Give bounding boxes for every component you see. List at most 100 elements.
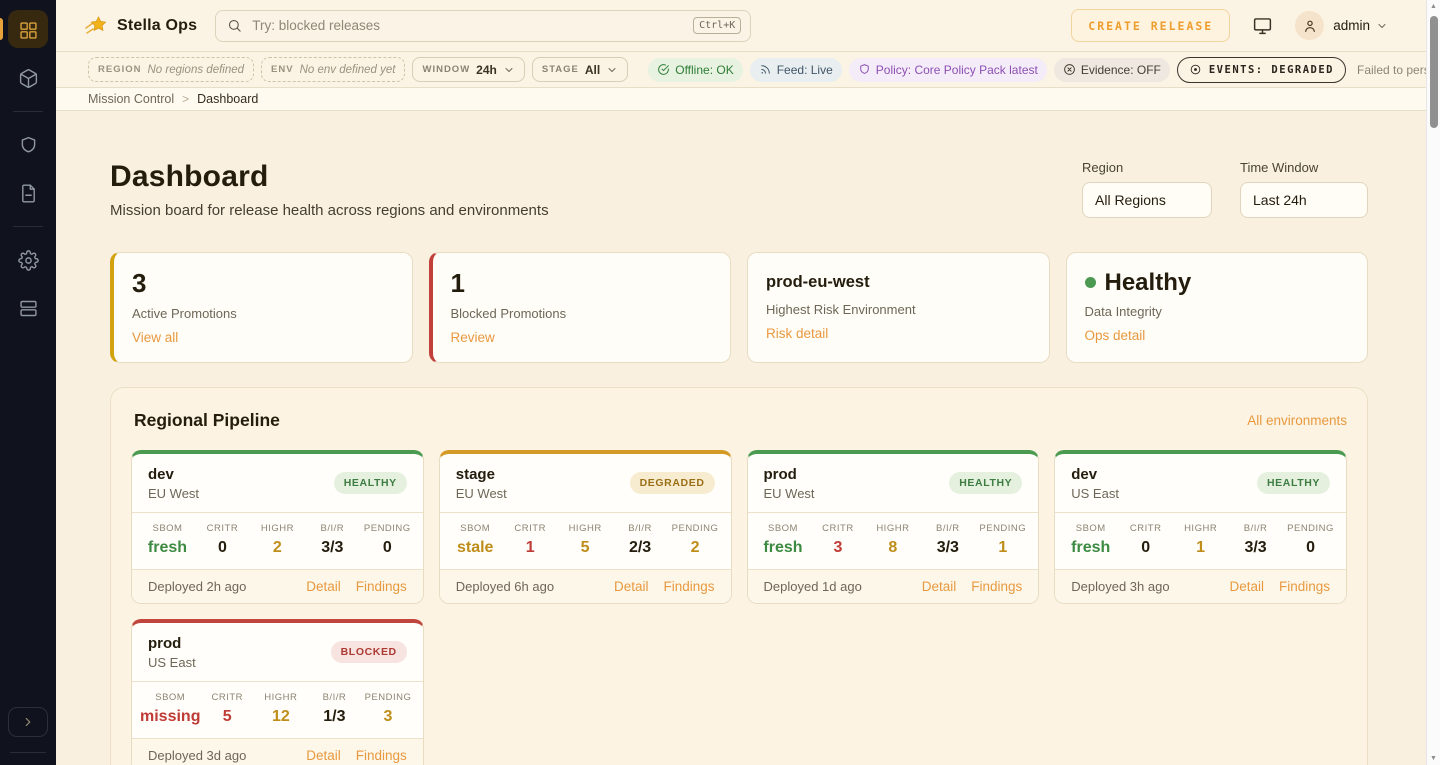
deployed-time: Deployed 3d ago (148, 748, 246, 763)
person-icon (1302, 18, 1318, 34)
shooting-star-logo-icon (84, 14, 108, 38)
review-link[interactable]: Review (451, 330, 495, 345)
env-region: US East (1071, 486, 1119, 501)
highr-value: 5 (558, 539, 613, 557)
time-window-select[interactable]: Last 24h (1240, 182, 1368, 218)
create-release-button[interactable]: CREATE RELEASE (1071, 9, 1230, 42)
active-promotions-card: 3 Active Promotions View all (110, 252, 413, 363)
sidebar-item-settings[interactable] (0, 238, 56, 282)
env-context-pill[interactable]: ENV No env defined yet (261, 57, 405, 82)
findings-link[interactable]: Findings (356, 748, 407, 763)
sidebar-item-dashboard[interactable] (0, 8, 56, 52)
chevron-down-icon (503, 64, 515, 76)
sidebar-item-documents[interactable] (0, 171, 56, 215)
pipeline-grid: dev EU West HEALTHY SBOMfresh CRITR0 HIG… (131, 450, 1347, 765)
stat-column-label: HIGHR (250, 523, 305, 534)
stat-column-label: HIGHR (558, 523, 613, 534)
package-icon (18, 68, 39, 89)
stage-label: STAGE (542, 64, 579, 75)
status-badge: HEALTHY (334, 472, 407, 494)
findings-link[interactable]: Findings (1279, 579, 1330, 594)
shield-icon (18, 135, 39, 156)
stage-value: All (585, 63, 600, 77)
events-status-pill[interactable]: EVENTS: DEGRADED (1177, 57, 1346, 83)
sidebar-item-infrastructure[interactable] (0, 286, 56, 330)
breadcrumb-dashboard: Dashboard (197, 92, 258, 106)
stat-column-label: CRITR (195, 523, 250, 534)
bir-value: 3/3 (920, 539, 975, 557)
stat-column-label: B/I/R (305, 523, 360, 534)
env-region: EU West (764, 486, 815, 501)
detail-link[interactable]: Detail (922, 579, 957, 594)
pipeline-card-prod-us-east: prod US East BLOCKED SBOMmissing CRITR5 … (131, 619, 424, 765)
findings-link[interactable]: Findings (356, 579, 407, 594)
avatar (1295, 11, 1324, 40)
stat-cards-row: 3 Active Promotions View all 1 Blocked P… (110, 252, 1368, 363)
feed-status-label: Feed: Live (777, 63, 833, 77)
sbom-value: fresh (756, 539, 811, 557)
window-dropdown[interactable]: WINDOW 24h (412, 57, 524, 82)
breadcrumb-mission-control[interactable]: Mission Control (88, 92, 174, 106)
stage-dropdown[interactable]: STAGE All (532, 57, 628, 82)
ops-detail-link[interactable]: Ops detail (1085, 328, 1146, 343)
search-input[interactable] (252, 18, 693, 33)
stat-column-label: SBOM (756, 523, 811, 534)
detail-link[interactable]: Detail (1229, 579, 1264, 594)
deployed-time: Deployed 6h ago (456, 579, 554, 594)
pending-value: 0 (360, 539, 415, 557)
sidebar-item-security[interactable] (0, 123, 56, 167)
bir-value: 3/3 (305, 539, 360, 557)
user-menu[interactable]: admin (1295, 11, 1388, 40)
env-region: EU West (148, 486, 199, 501)
scrollbar-thumb[interactable] (1430, 16, 1438, 128)
page-subtitle: Mission board for release health across … (110, 202, 549, 219)
findings-link[interactable]: Findings (971, 579, 1022, 594)
all-environments-link[interactable]: All environments (1247, 413, 1347, 428)
sidebar-item-releases[interactable] (0, 56, 56, 100)
region-select[interactable]: All Regions (1082, 182, 1212, 218)
stat-column-label: SBOM (448, 523, 503, 534)
global-search[interactable]: Ctrl+K (215, 10, 751, 42)
highr-value: 1 (1173, 539, 1228, 557)
vertical-scrollbar[interactable]: ▲ ▼ (1426, 0, 1440, 765)
sbom-value: missing (140, 708, 200, 726)
grid-icon (18, 20, 39, 41)
bir-value: 2/3 (613, 539, 668, 557)
chevron-right-icon: > (182, 92, 189, 106)
sbom-value: fresh (140, 539, 195, 557)
stat-column-label: SBOM (1063, 523, 1118, 534)
stat-column-label: PENDING (361, 692, 415, 703)
deployed-time: Deployed 2h ago (148, 579, 246, 594)
top-bar: Stella Ops Ctrl+K CREATE RELEASE admin (56, 0, 1440, 52)
env-context-value: No env defined yet (300, 64, 396, 76)
region-context-pill[interactable]: REGION No regions defined (88, 57, 254, 82)
status-badge: BLOCKED (331, 641, 407, 663)
scroll-down-arrow-icon[interactable]: ▼ (1427, 755, 1440, 762)
bir-value: 3/3 (1228, 539, 1283, 557)
chevron-right-icon (21, 715, 35, 729)
env-context-label: ENV (271, 64, 294, 75)
detail-link[interactable]: Detail (614, 579, 649, 594)
deployed-time: Deployed 3h ago (1071, 579, 1169, 594)
data-integrity-card: Healthy Data Integrity Ops detail (1066, 252, 1369, 363)
detail-link[interactable]: Detail (306, 748, 341, 763)
scroll-up-arrow-icon[interactable]: ▲ (1427, 3, 1440, 10)
env-region: US East (148, 655, 196, 670)
sidebar-expand-button[interactable] (8, 707, 48, 737)
env-region: EU West (456, 486, 507, 501)
pending-value: 1 (975, 539, 1030, 557)
detail-link[interactable]: Detail (306, 579, 341, 594)
panel-title: Regional Pipeline (134, 410, 280, 431)
view-all-link[interactable]: View all (132, 330, 178, 345)
critr-value: 3 (810, 539, 865, 557)
status-badge: DEGRADED (630, 472, 715, 494)
stat-column-label: HIGHR (1173, 523, 1228, 534)
context-bar: REGION No regions defined ENV No env def… (56, 52, 1440, 88)
findings-link[interactable]: Findings (663, 579, 714, 594)
pending-value: 2 (668, 539, 723, 557)
stat-column-label: B/I/R (308, 692, 362, 703)
display-mode-button[interactable] (1252, 15, 1273, 36)
keyboard-shortcut-badge: Ctrl+K (693, 17, 741, 34)
deployed-time: Deployed 1d ago (764, 579, 862, 594)
risk-detail-link[interactable]: Risk detail (766, 326, 828, 341)
